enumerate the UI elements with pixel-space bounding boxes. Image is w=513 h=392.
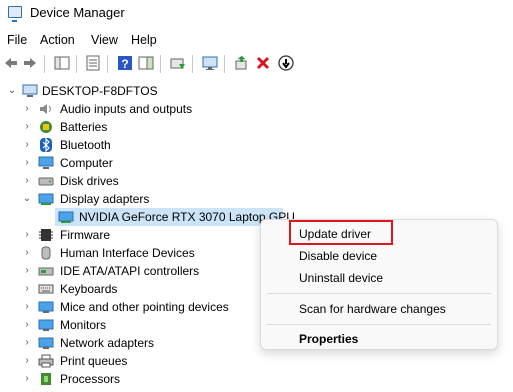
chevron-right-icon[interactable]: › xyxy=(22,284,32,294)
display-adapter-icon xyxy=(38,192,54,206)
svg-text:?: ? xyxy=(121,57,128,71)
mouse-icon xyxy=(38,300,54,314)
update-driver-toolbar-icon[interactable] xyxy=(170,55,186,71)
tree-item-monitors[interactable]: Monitors xyxy=(60,318,106,332)
tree-item-hid[interactable]: Human Interface Devices xyxy=(60,246,195,260)
disable-device-icon[interactable] xyxy=(278,55,294,71)
tree-item-batteries[interactable]: Batteries xyxy=(60,120,107,134)
chevron-right-icon[interactable]: › xyxy=(22,176,32,186)
menu-separator xyxy=(267,293,491,294)
toolbar-separator xyxy=(76,55,77,73)
action-pane-icon[interactable] xyxy=(138,55,154,71)
chevron-right-icon[interactable]: › xyxy=(22,140,32,150)
chevron-right-icon[interactable]: › xyxy=(22,158,32,168)
tree-item-disk-drives[interactable]: Disk drives xyxy=(60,174,119,188)
scan-hardware-menu-item[interactable]: Scan for hardware changes xyxy=(299,302,446,316)
toolbar-separator xyxy=(44,55,45,73)
forward-icon[interactable] xyxy=(22,55,38,71)
chevron-right-icon[interactable]: › xyxy=(22,266,32,276)
back-icon[interactable] xyxy=(3,55,19,71)
toolbar-separator xyxy=(224,55,225,73)
chevron-down-icon[interactable]: ⌄ xyxy=(22,194,32,204)
bluetooth-icon xyxy=(38,137,54,153)
toolbar: ? xyxy=(0,52,513,76)
chevron-right-icon[interactable]: › xyxy=(22,248,32,258)
menu-view[interactable]: View xyxy=(91,33,118,47)
printer-icon xyxy=(38,354,54,368)
processor-icon xyxy=(38,372,54,386)
toolbar-separator xyxy=(192,55,193,73)
gpu-icon xyxy=(58,210,74,224)
properties-menu-item[interactable]: Properties xyxy=(299,332,358,346)
window-title: Device Manager xyxy=(30,5,125,20)
chevron-right-icon[interactable]: › xyxy=(22,122,32,132)
show-hide-console-tree-icon[interactable] xyxy=(54,55,70,71)
toolbar-separator xyxy=(107,55,108,73)
tree-item-processors[interactable]: Processors xyxy=(60,372,120,386)
tree-item-firmware[interactable]: Firmware xyxy=(60,228,110,242)
tree-item-network[interactable]: Network adapters xyxy=(60,336,154,350)
menu-bar: File Action View Help xyxy=(0,30,513,50)
toolbar-separator xyxy=(160,55,161,73)
tree-item-ide[interactable]: IDE ATA/ATAPI controllers xyxy=(60,264,199,278)
speaker-icon xyxy=(38,102,54,116)
tree-item-print-queues[interactable]: Print queues xyxy=(60,354,127,368)
disk-drive-icon xyxy=(38,174,54,188)
enable-device-icon[interactable] xyxy=(234,55,250,71)
chevron-right-icon[interactable]: › xyxy=(22,230,32,240)
monitor-icon xyxy=(38,318,54,332)
firmware-icon xyxy=(38,228,54,242)
tree-item-mice[interactable]: Mice and other pointing devices xyxy=(60,300,229,314)
menu-file[interactable]: File xyxy=(7,33,27,47)
tree-item-display-adapters[interactable]: Display adapters xyxy=(60,192,149,206)
menu-help[interactable]: Help xyxy=(131,33,157,47)
device-manager-icon xyxy=(8,6,22,22)
tree-item-keyboards[interactable]: Keyboards xyxy=(60,282,117,296)
properties-sheet-icon[interactable] xyxy=(85,55,101,71)
scan-hardware-icon[interactable] xyxy=(202,55,218,71)
network-adapter-icon xyxy=(38,336,54,350)
tree-item-audio[interactable]: Audio inputs and outputs xyxy=(60,102,192,116)
computer-icon xyxy=(38,156,54,170)
ide-controller-icon xyxy=(38,264,54,278)
keyboard-icon xyxy=(38,282,54,296)
uninstall-device-icon[interactable] xyxy=(255,55,271,71)
tree-item-bluetooth[interactable]: Bluetooth xyxy=(60,138,111,152)
help-icon[interactable]: ? xyxy=(117,55,133,71)
computer-root-icon xyxy=(22,84,38,98)
highlight-box xyxy=(289,220,393,245)
chevron-right-icon[interactable]: › xyxy=(22,356,32,366)
menu-action[interactable]: Action xyxy=(40,33,75,47)
tree-item-computer[interactable]: Computer xyxy=(60,156,113,170)
disable-device-menu-item[interactable]: Disable device xyxy=(299,249,377,263)
battery-icon xyxy=(38,120,54,134)
chevron-right-icon[interactable]: › xyxy=(22,104,32,114)
tree-root-label[interactable]: DESKTOP-F8DFTOS xyxy=(42,84,158,98)
chevron-right-icon[interactable]: › xyxy=(22,302,32,312)
chevron-right-icon[interactable]: › xyxy=(22,320,32,330)
chevron-right-icon[interactable]: › xyxy=(22,338,32,348)
menu-separator xyxy=(267,324,491,325)
chevron-right-icon[interactable]: › xyxy=(22,374,32,384)
chevron-down-icon[interactable]: ⌄ xyxy=(7,86,17,96)
title-bar: Device Manager xyxy=(0,0,513,28)
uninstall-device-menu-item[interactable]: Uninstall device xyxy=(299,271,383,285)
hid-icon xyxy=(38,246,54,260)
